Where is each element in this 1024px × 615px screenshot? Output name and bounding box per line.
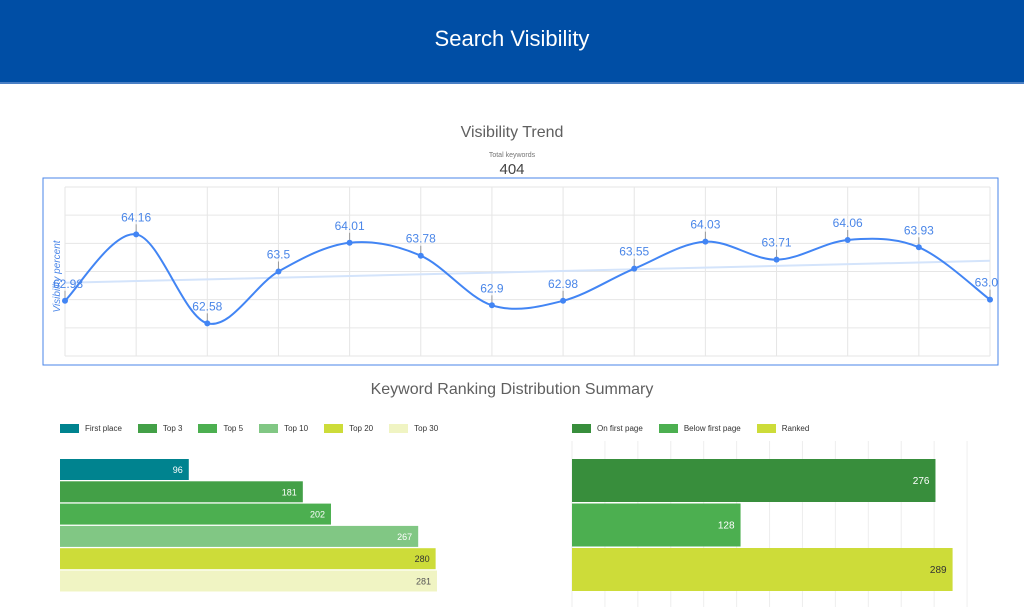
bar — [572, 548, 953, 591]
bar — [572, 503, 741, 547]
bar-value-label: 289 — [930, 565, 947, 576]
bar-value-label: 276 — [913, 476, 930, 487]
bar — [572, 459, 936, 502]
bar-value-label: 128 — [718, 521, 735, 532]
page-bar-chart: 276 128 289 — [571, 441, 968, 607]
